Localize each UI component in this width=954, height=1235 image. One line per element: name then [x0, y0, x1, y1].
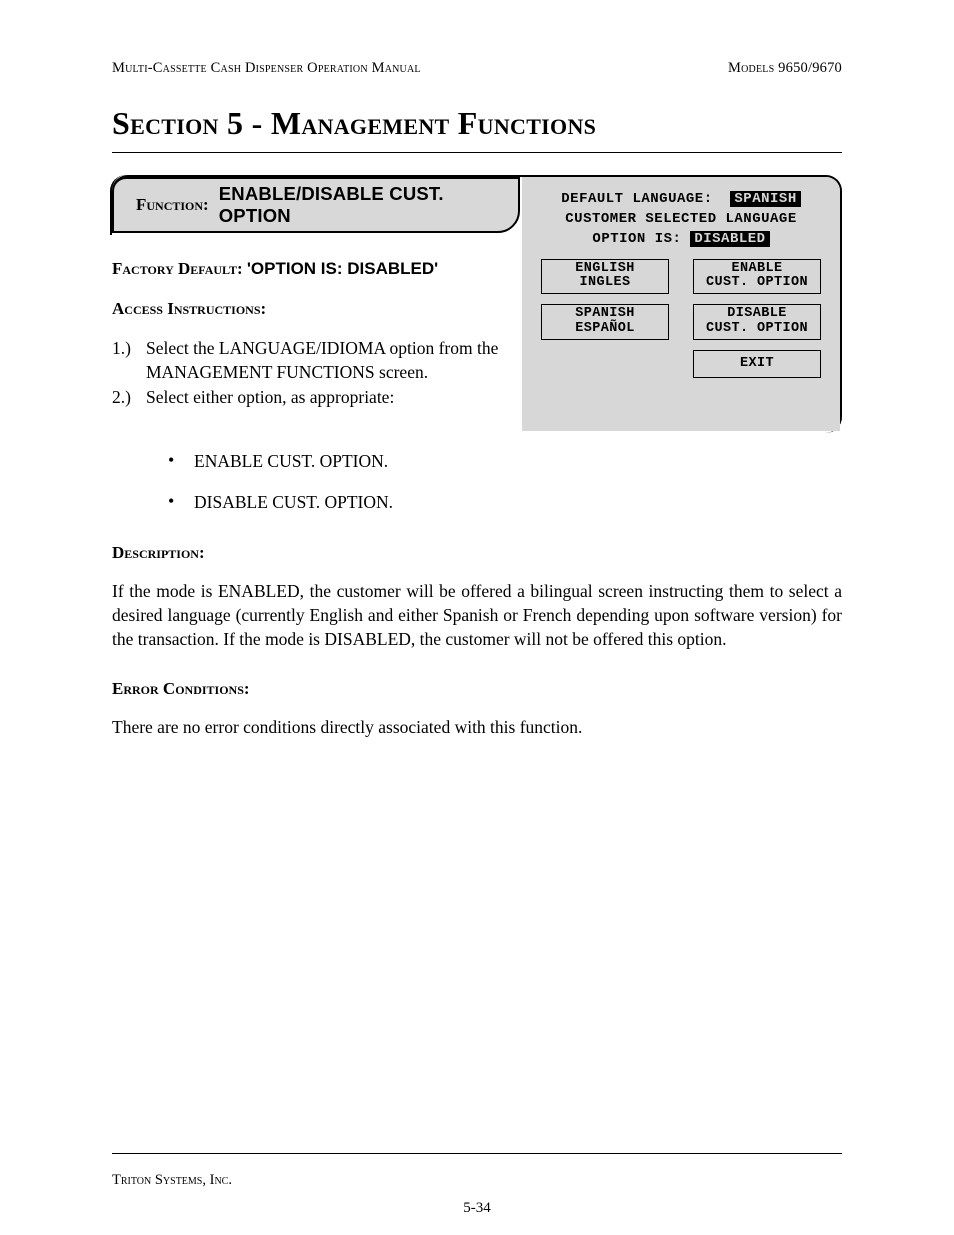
spanish-button[interactable]: SPANISHESPAÑOL: [541, 304, 669, 339]
bullet-dot-icon: •: [168, 451, 194, 469]
option-is-value: DISABLED: [690, 231, 769, 247]
factory-default: Factory Default: 'OPTION IS: DISABLED': [112, 259, 512, 279]
running-header: Multi-Cassette Cash Dispenser Operation …: [112, 60, 842, 77]
default-language-value: SPANISH: [730, 191, 800, 207]
error-conditions-heading: Error Conditions:: [112, 679, 842, 699]
page-number: 5-34: [0, 1200, 954, 1217]
frame-left-column: Factory Default: 'OPTION IS: DISABLED' A…: [112, 259, 512, 412]
screen-line-3: OPTION IS: DISABLED: [592, 231, 769, 247]
disable-cust-option-button[interactable]: DISABLECUST. OPTION: [693, 304, 821, 339]
page-content: Multi-Cassette Cash Dispenser Operation …: [112, 60, 842, 740]
factory-default-label: Factory Default:: [112, 259, 243, 278]
bullet-enable: • ENABLE CUST. OPTION.: [168, 451, 842, 472]
after-frame-block: • ENABLE CUST. OPTION. • DISABLE CUST. O…: [112, 451, 842, 740]
atm-button-row-2: SPANISHESPAÑOL DISABLECUST. OPTION: [541, 304, 821, 339]
exit-button[interactable]: EXIT: [693, 350, 821, 378]
function-name: ENABLE/DISABLE CUST. OPTION: [219, 183, 518, 227]
atm-screen: DEFAULT LANGUAGE: SPANISH CUSTOMER SELEC…: [522, 177, 840, 431]
bullet-disable-text: DISABLE CUST. OPTION.: [194, 492, 393, 513]
english-button[interactable]: ENGLISHINGLES: [541, 259, 669, 294]
bullet-enable-text: ENABLE CUST. OPTION.: [194, 451, 388, 472]
section-title: Section 5 - Management Functions: [112, 105, 842, 142]
description-heading: Description:: [112, 543, 842, 563]
list-number: 2.): [112, 386, 146, 410]
access-heading: Access Instructions:: [112, 299, 512, 319]
page-footer: Triton Systems, Inc.: [112, 1153, 842, 1189]
default-language-label: DEFAULT LANGUAGE:: [561, 191, 712, 207]
access-step-1-text: Select the LANGUAGE/IDIOMA option from t…: [146, 337, 512, 384]
description-text: If the mode is ENABLED, the customer wil…: [112, 579, 842, 651]
option-is-label: OPTION IS:: [592, 231, 681, 247]
factory-default-value: 'OPTION IS: DISABLED': [247, 259, 438, 278]
header-left: Multi-Cassette Cash Dispenser Operation …: [112, 60, 421, 77]
company-name: Triton Systems, Inc.: [112, 1172, 842, 1189]
enable-cust-option-button[interactable]: ENABLECUST. OPTION: [693, 259, 821, 294]
screen-line-2: CUSTOMER SELECTED LANGUAGE: [565, 211, 796, 227]
bullet-disable: • DISABLE CUST. OPTION.: [168, 492, 842, 513]
title-rule: [112, 152, 842, 153]
access-step-1: 1.) Select the LANGUAGE/IDIOMA option fr…: [112, 337, 512, 384]
error-conditions-text: There are no error conditions directly a…: [112, 715, 842, 739]
list-number: 1.): [112, 337, 146, 361]
function-label: Function:: [136, 195, 209, 215]
screen-line-1: DEFAULT LANGUAGE: SPANISH: [561, 191, 800, 207]
bullet-dot-icon: •: [168, 492, 194, 510]
access-step-2: 2.) Select either option, as appropriate…: [112, 386, 512, 410]
header-right: Models 9650/9670: [728, 60, 842, 77]
function-tab: Function: ENABLE/DISABLE CUST. OPTION: [112, 177, 520, 233]
function-frame: Function: ENABLE/DISABLE CUST. OPTION Fa…: [112, 175, 842, 433]
footer-rule: [112, 1153, 842, 1154]
atm-button-row-3: EXIT: [541, 350, 821, 378]
access-step-2-text: Select either option, as appropriate:: [146, 386, 512, 410]
atm-button-row-1: ENGLISHINGLES ENABLECUST. OPTION: [541, 259, 821, 294]
